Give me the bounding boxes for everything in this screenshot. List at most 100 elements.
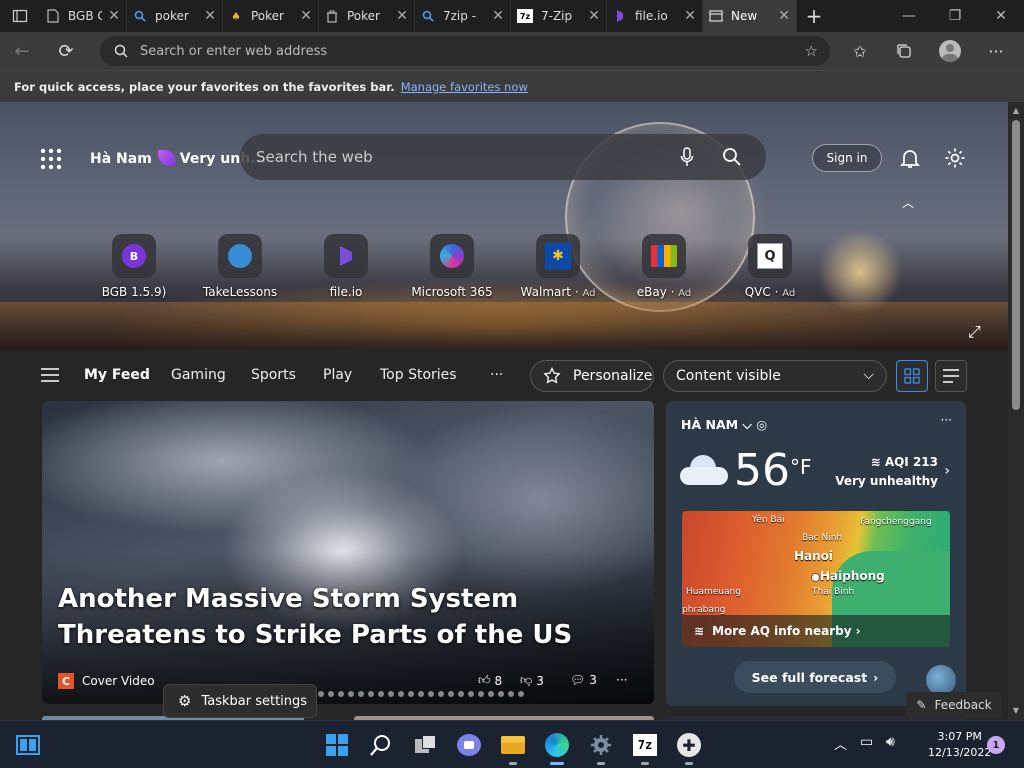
favorites-button[interactable]: ✩ <box>842 32 878 70</box>
list-view-button[interactable] <box>935 360 967 392</box>
quick-link-microsoft365[interactable]: Microsoft 365 <box>407 234 497 299</box>
hamburger-menu-icon[interactable] <box>41 368 59 382</box>
add-favorite-icon[interactable]: ☆ <box>805 42 818 60</box>
taskbar-settings-menu[interactable]: ⚙ Taskbar settings <box>163 684 317 718</box>
feedback-button[interactable]: ✎ Feedback <box>906 692 1002 718</box>
close-icon[interactable]: ✕ <box>588 8 600 24</box>
chevron-right-icon[interactable]: › <box>944 463 950 479</box>
app-launcher-icon[interactable] <box>40 148 62 170</box>
weather-location[interactable]: HÀ NAM ⌵ ◎ <box>681 417 767 433</box>
manage-favorites-link[interactable]: Manage favorites now <box>401 80 528 94</box>
quick-link-fileio[interactable]: file.io <box>301 234 391 299</box>
tab-new[interactable]: New ✕ <box>703 0 797 32</box>
weather-more-button[interactable]: ··· <box>941 413 952 427</box>
tab-actions-icon <box>12 9 28 23</box>
temperature-unit[interactable]: °F <box>790 455 812 479</box>
close-icon[interactable]: ✕ <box>300 8 312 24</box>
tab-7zip[interactable]: 7z 7-Zip ✕ <box>511 0 607 32</box>
settings-menu-button[interactable]: ··· <box>978 32 1014 70</box>
grid-view-button[interactable] <box>896 360 928 392</box>
collapse-chevron-icon[interactable]: ︿ <box>902 194 914 211</box>
feed-tab-sports[interactable]: Sports <box>251 367 296 383</box>
story-headline[interactable]: Another Massive Storm System Threatens t… <box>58 581 638 653</box>
teams-chat-button[interactable] <box>453 729 485 761</box>
quick-link-takelessons[interactable]: TakeLessons <box>195 234 285 299</box>
minimize-button[interactable]: — <box>886 0 932 32</box>
close-icon[interactable]: ✕ <box>778 8 790 24</box>
tab-fileio[interactable]: file.io ✕ <box>607 0 703 32</box>
notification-badge[interactable]: 1 <box>987 736 1005 754</box>
like-button[interactable]: 👍︎ 8 <box>478 673 502 688</box>
page-scrollbar[interactable]: ▲ ▼ <box>1008 102 1024 720</box>
close-icon[interactable]: ✕ <box>108 8 120 24</box>
edge-button[interactable] <box>541 729 573 765</box>
widgets-button[interactable] <box>12 729 44 761</box>
omnibox[interactable]: ☆ <box>100 36 830 66</box>
quick-link-bgb[interactable]: B BGB 1.5.9) <box>89 234 179 299</box>
game-app-button[interactable]: ✚ <box>673 729 705 765</box>
microphone-icon[interactable] <box>680 147 694 167</box>
comments-button[interactable]: 💬︎ 3 <box>570 673 597 687</box>
network-icon[interactable]: ▭ <box>860 734 873 750</box>
system-clock[interactable]: 3:07 PM 12/13/2022 <box>928 729 991 761</box>
page-settings-gear-icon[interactable] <box>943 146 967 170</box>
quick-link-walmart[interactable]: ✱ Walmart · Ad <box>513 234 603 299</box>
close-icon[interactable]: ✕ <box>396 8 408 24</box>
content-visibility-select[interactable]: Content visible ⌵ <box>663 360 887 392</box>
more-aq-info-link[interactable]: ≋ More AQ info nearby › <box>682 615 950 647</box>
start-button[interactable] <box>321 729 353 761</box>
tab-bgb[interactable]: BGB C ✕ <box>40 0 127 32</box>
scroll-up-arrow-icon[interactable]: ▲ <box>1011 106 1021 115</box>
task-view-button[interactable] <box>410 729 442 761</box>
personalize-button[interactable]: Personalize <box>530 360 654 392</box>
story-more-button[interactable]: ··· <box>616 673 627 687</box>
aqi-map[interactable]: Yên Bái Fangchenggang Bac Ninh Hanoi Hai… <box>682 511 950 647</box>
tab-poker-2[interactable]: Poker ✕ <box>319 0 415 32</box>
feed-tab-top-stories[interactable]: Top Stories <box>380 367 457 383</box>
full-forecast-button[interactable]: See full forecast › <box>734 661 896 693</box>
close-window-button[interactable]: ✕ <box>978 0 1024 32</box>
tab-actions-button[interactable] <box>0 0 40 32</box>
feed-tab-my-feed[interactable]: My Feed <box>84 367 150 383</box>
aqi-summary[interactable]: ≋ AQI 213 Very unhealthy <box>835 453 938 491</box>
scroll-down-arrow-icon[interactable]: ▼ <box>1011 706 1021 715</box>
quick-link-ebay[interactable]: eBay · Ad <box>619 234 709 299</box>
expand-background-icon[interactable]: ⤢ <box>968 322 981 342</box>
feed-tab-play[interactable]: Play <box>323 367 352 383</box>
feed-tab-gaming[interactable]: Gaming <box>171 367 226 383</box>
taskbar-settings-label: Taskbar settings <box>201 693 308 709</box>
address-input[interactable] <box>140 43 760 59</box>
file-explorer-button[interactable] <box>497 729 529 765</box>
story-source[interactable]: C Cover Video <box>58 673 155 689</box>
7zip-app-button[interactable]: 7z <box>629 729 661 765</box>
feed-more-button[interactable]: ··· <box>490 367 503 383</box>
web-search-box[interactable] <box>240 134 766 180</box>
tab-poker-search[interactable]: poker ✕ <box>127 0 223 32</box>
back-button[interactable]: ← <box>0 32 44 70</box>
close-icon[interactable]: ✕ <box>684 8 696 24</box>
search-button[interactable] <box>365 729 397 761</box>
scrollbar-thumb[interactable] <box>1012 120 1020 410</box>
tab-poker-1[interactable]: ♠ Poker ✕ <box>223 0 319 32</box>
new-tab-button[interactable]: + <box>797 0 831 32</box>
profile-button[interactable] <box>932 32 968 70</box>
quick-link-qvc[interactable]: Q QVC · Ad <box>725 234 815 299</box>
weather-avatar-icon[interactable] <box>926 665 956 695</box>
top-story-card[interactable]: Another Massive Storm System Threatens t… <box>42 401 654 704</box>
close-icon[interactable]: ✕ <box>204 8 216 24</box>
restore-button[interactable]: ❐ <box>932 0 978 32</box>
sign-in-button[interactable]: Sign in <box>812 144 882 172</box>
settings-app-button[interactable] <box>585 729 617 765</box>
dislike-button[interactable]: 👎︎ 3 <box>520 673 544 688</box>
notifications-bell-icon[interactable] <box>898 146 922 170</box>
refresh-button[interactable]: ⟳ <box>44 32 88 70</box>
collections-button[interactable] <box>886 32 922 70</box>
show-hidden-icons-chevron-icon[interactable]: ︿ <box>834 734 847 753</box>
volume-icon[interactable]: 🔊︎ <box>886 734 895 750</box>
close-icon[interactable]: ✕ <box>492 8 504 24</box>
web-search-input[interactable] <box>256 148 656 166</box>
carousel-dots[interactable] <box>318 691 524 697</box>
tab-7zip-search[interactable]: 7zip - ✕ <box>415 0 511 32</box>
weather-card[interactable]: HÀ NAM ⌵ ◎ ··· 56 °F ≋ AQI 213 Very unhe… <box>666 401 966 706</box>
search-icon[interactable] <box>722 147 742 167</box>
